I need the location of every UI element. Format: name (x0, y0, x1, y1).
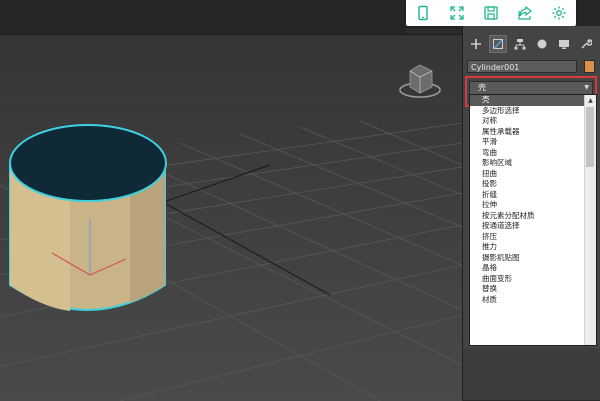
modifier-list-scrollbar[interactable]: ▲ (584, 95, 596, 345)
tablet-button[interactable] (412, 2, 434, 24)
perspective-viewport[interactable] (0, 34, 462, 401)
modifier-list-item[interactable]: 晶格 (470, 263, 596, 274)
share-button[interactable] (514, 2, 536, 24)
modifier-list-item[interactable]: 投影 (470, 179, 596, 190)
fullscreen-button[interactable] (446, 2, 468, 24)
modifier-list-item[interactable]: 影响区域 (470, 158, 596, 169)
modifier-list-popup: 壳多边形选择 对称 属性承载器 平滑 弯曲 影响区域 扭曲 投影 折缝 拉伸 按元素分配材质 按通道选… (469, 94, 597, 346)
create-icon (471, 39, 481, 49)
command-panel-lower-area (463, 348, 600, 400)
utilities-icon (581, 39, 592, 49)
chevron-down-icon: ▼ (584, 84, 589, 91)
display-icon (559, 40, 569, 49)
tab-motion[interactable] (533, 35, 551, 53)
modifier-list-item[interactable]: 扭曲 (470, 169, 596, 180)
tab-display[interactable] (555, 35, 573, 53)
object-color-swatch[interactable] (584, 60, 595, 73)
modifier-list-item[interactable]: 推力 (470, 242, 596, 253)
modifier-list-item[interactable]: 对称 (470, 116, 596, 127)
tab-hierarchy[interactable] (511, 35, 529, 53)
modifier-list-selected: 壳 (478, 83, 486, 92)
modifier-list-item[interactable]: 替换 (470, 284, 596, 295)
settings-button[interactable] (548, 2, 570, 24)
tab-create[interactable] (467, 35, 485, 53)
fullscreen-icon (450, 6, 464, 20)
command-panel-tabs (463, 34, 600, 54)
object-name-field[interactable]: Cylinder001 (467, 60, 577, 73)
modifier-list-item[interactable]: 拉伸 (470, 200, 596, 211)
top-dark-strip (0, 0, 406, 34)
tablet-icon (418, 5, 428, 21)
modifier-list-item[interactable]: 壳 (470, 95, 596, 106)
hierarchy-icon (514, 39, 526, 50)
modify-icon (493, 39, 503, 49)
viewport-scene (0, 35, 462, 401)
modifier-list-dropdown[interactable]: 壳 ▼ (469, 81, 593, 95)
modifier-list-item[interactable]: 曲面变形 (470, 274, 596, 285)
settings-icon (552, 6, 566, 20)
tab-utilities[interactable] (577, 35, 595, 53)
modifier-list-item[interactable]: 属性承载器 (470, 127, 596, 138)
save-icon (484, 6, 498, 20)
motion-icon (537, 39, 547, 49)
modifier-list-item[interactable]: 弯曲 (470, 148, 596, 159)
cylinder-object[interactable] (9, 124, 167, 311)
modifier-list-item[interactable]: 摄影机贴图 (470, 253, 596, 264)
save-button[interactable] (480, 2, 502, 24)
command-panel: Cylinder001 壳 ▼ 壳多边形选择 对称 属性承载器 平滑 弯曲 影响区域 扭曲投… (462, 26, 600, 400)
scroll-up-icon[interactable]: ▲ (586, 96, 595, 105)
share-icon (518, 5, 532, 20)
modifier-list-item[interactable]: 挤压 (470, 232, 596, 243)
modifier-list-item[interactable]: 按元素分配材质 (470, 211, 596, 222)
modifier-list-item[interactable]: 按通道选择 (470, 221, 596, 232)
modifier-list-item[interactable]: 材质 (470, 295, 596, 306)
modifier-list-item[interactable]: 平滑 (470, 137, 596, 148)
modifier-list-item[interactable]: 多边形选择 (470, 106, 596, 117)
scroll-thumb[interactable] (586, 107, 594, 167)
floating-toolbar (406, 0, 576, 26)
tab-modify[interactable] (489, 35, 507, 53)
modifier-list-item[interactable]: 折缝 (470, 190, 596, 201)
